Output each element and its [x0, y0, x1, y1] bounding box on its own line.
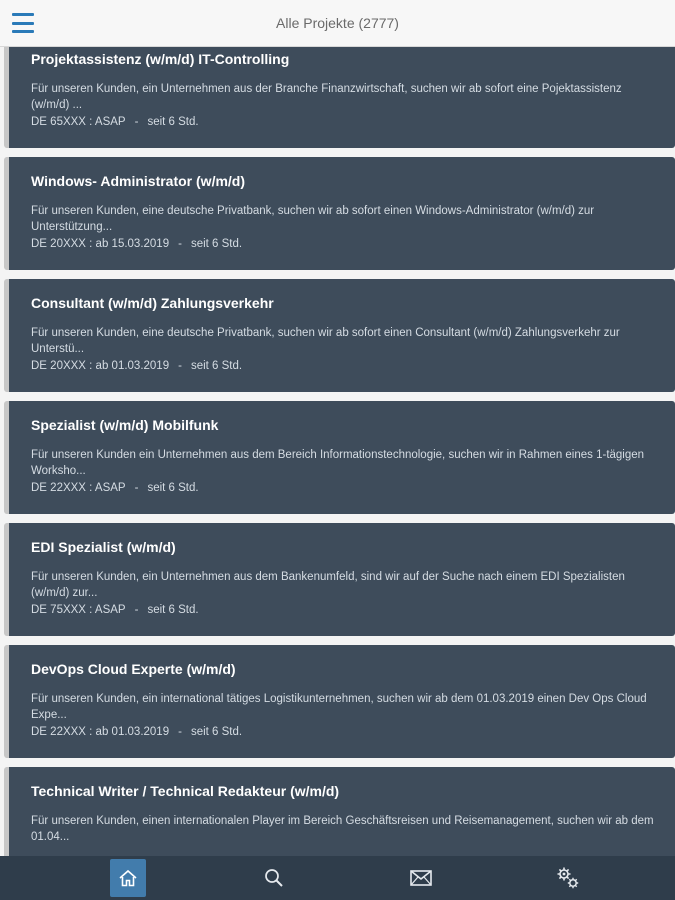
project-card[interactable]: Windows- Administrator (w/m/d) Für unser… [4, 157, 675, 270]
settings-gears-icon[interactable] [550, 859, 586, 897]
project-age: seit 6 Std. [147, 482, 199, 494]
project-meta: DE 22XXX : ASAP - seit 6 Std. [31, 482, 199, 494]
project-title: Consultant (w/m/d) Zahlungsverkehr [31, 295, 274, 311]
project-card[interactable]: Consultant (w/m/d) Zahlungsverkehr Für u… [4, 279, 675, 392]
project-location-start: DE 20XXX : ab 01.03.2019 [31, 360, 170, 372]
search-icon[interactable] [256, 859, 292, 897]
project-description: Für unseren Kunden ein Unternehmen aus d… [31, 449, 645, 477]
project-list[interactable]: Projektassistenz (w/m/d) IT-Controlling … [0, 47, 675, 856]
page-title: Alle Projekte (2777) [276, 15, 399, 31]
project-meta: DE 20XXX : ab 01.03.2019- seit 6 Std. [31, 360, 243, 372]
mail-icon[interactable] [403, 859, 439, 897]
project-card[interactable]: DevOps Cloud Experte (w/m/d) Für unseren… [4, 645, 675, 758]
project-age: seit 6 Std. [190, 360, 243, 372]
project-title: Windows- Administrator (w/m/d) [31, 173, 246, 189]
project-title: Spezialist (w/m/d) Mobilfunk [31, 417, 219, 433]
project-location-start: DE 20XXX : ab 15.03.2019 [31, 238, 170, 250]
project-title: EDI Spezialist (w/m/d) [31, 539, 176, 555]
project-description: Für unseren Kunden, ein Unternehmen aus … [31, 571, 625, 599]
project-meta: DE 20XXX : ab 15.03.2019- seit 6 Std. [31, 238, 243, 250]
project-meta: DE 65XXX : ASAP - seit 6 Std. [31, 116, 199, 128]
project-description: Für unseren Kunden, ein international tä… [31, 693, 647, 721]
project-location-start: DE 22XXX : ab 01.03.2019 [31, 726, 170, 738]
project-age: seit 6 Std. [147, 604, 199, 616]
home-icon[interactable] [110, 859, 146, 897]
header-bar: Alle Projekte (2777) [0, 0, 675, 47]
project-title: Projektassistenz (w/m/d) IT-Controlling [31, 51, 290, 67]
project-location-start: DE 22XXX : ASAP [31, 482, 126, 494]
project-age: seit 6 Std. [147, 116, 199, 128]
project-location-start: DE 75XXX : ASAP [31, 604, 126, 616]
project-description: Für unseren Kunden, einen internationale… [31, 815, 654, 843]
project-description: Für unseren Kunden, eine deutsche Privat… [31, 205, 595, 233]
project-description: Für unseren Kunden, eine deutsche Privat… [31, 327, 620, 355]
project-title: DevOps Cloud Experte (w/m/d) [31, 661, 236, 677]
project-card[interactable]: EDI Spezialist (w/m/d) Für unseren Kunde… [4, 523, 675, 636]
project-age: seit 6 Std. [190, 238, 243, 250]
project-description: Für unseren Kunden, ein Unternehmen aus … [31, 83, 622, 111]
project-meta: DE 22XXX : ab 01.03.2019- seit 6 Std. [31, 726, 243, 738]
project-age: seit 6 Std. [190, 726, 243, 738]
project-location-start: DE 65XXX : ASAP [31, 116, 126, 128]
project-card[interactable]: Technical Writer / Technical Redakteur (… [4, 767, 675, 856]
project-meta: DE 75XXX : ASAP - seit 6 Std. [31, 604, 199, 616]
project-title: Technical Writer / Technical Redakteur (… [31, 783, 340, 799]
bottom-navigation [0, 856, 675, 900]
project-card[interactable]: Projektassistenz (w/m/d) IT-Controlling … [4, 47, 675, 148]
project-card[interactable]: Spezialist (w/m/d) Mobilfunk Für unseren… [4, 401, 675, 514]
hamburger-menu-icon[interactable] [12, 13, 34, 33]
